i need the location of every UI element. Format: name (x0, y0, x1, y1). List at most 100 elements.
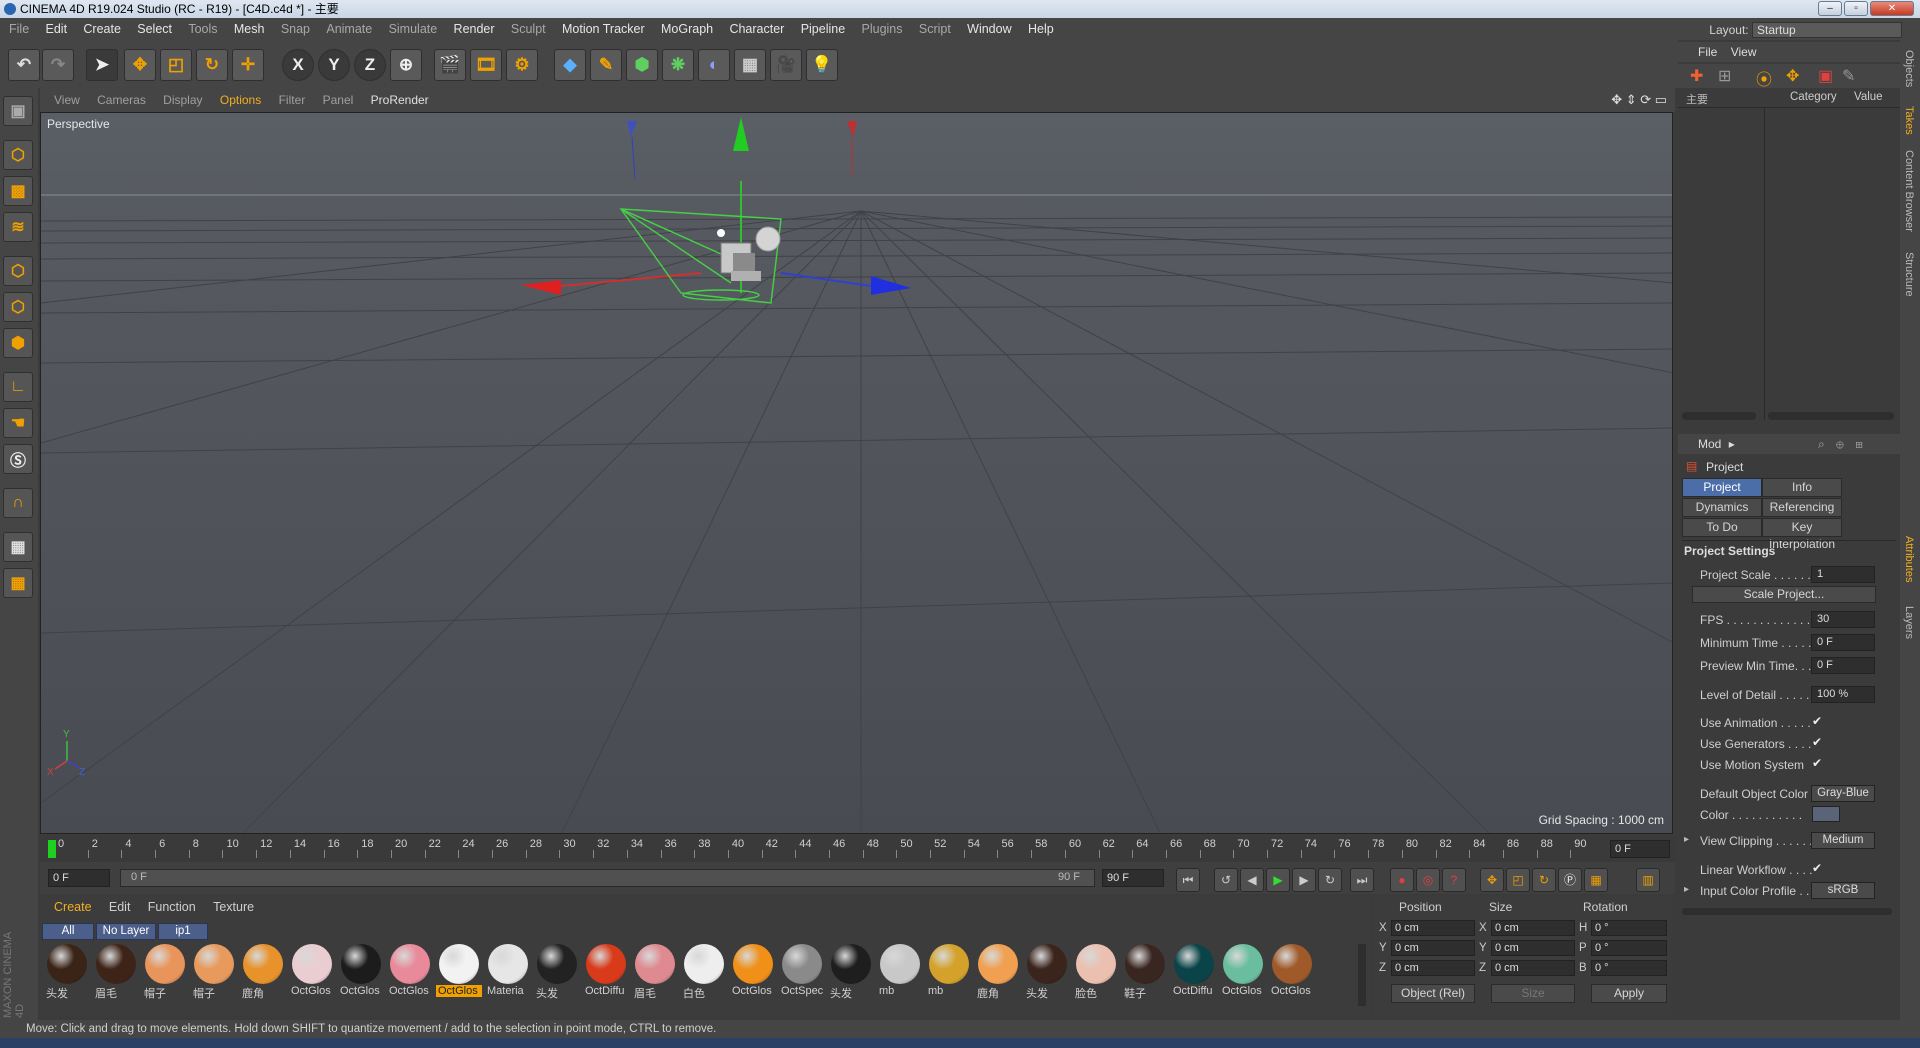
material-scrollbar[interactable] (1358, 944, 1366, 1006)
material-swatch[interactable]: 鹿角 (240, 944, 286, 1002)
menu-render[interactable]: Render (454, 22, 495, 36)
side-tab-attributes[interactable]: Attributes (1903, 536, 1915, 582)
coord-pos-z[interactable]: 0 cm (1391, 960, 1475, 976)
play-icon[interactable]: ▶ (1266, 868, 1290, 892)
edit-render-settings-icon[interactable]: ⚙ (506, 49, 538, 81)
coord-apply-button[interactable]: Apply (1591, 984, 1667, 1003)
attributes-mode-menu[interactable]: Mod (1698, 437, 1721, 451)
preview-range-slider[interactable]: 0 F 90 F (120, 869, 1095, 887)
workplane-lock-icon[interactable]: ▦ (3, 532, 33, 562)
menu-simulate[interactable]: Simulate (389, 22, 438, 36)
menu-character[interactable]: Character (729, 22, 784, 36)
maximize-button[interactable]: ▫ (1844, 1, 1868, 16)
material-menu-edit[interactable]: Edit (109, 900, 131, 914)
texture-mode-icon[interactable]: ▩ (3, 176, 33, 206)
camera-icon[interactable]: 🎥 (770, 49, 802, 81)
snap-icon[interactable]: ∩ (3, 488, 33, 518)
menu-script[interactable]: Script (919, 22, 951, 36)
layer-tab-ip1[interactable]: ip1 (158, 923, 208, 940)
viewport-menu-filter[interactable]: Filter (279, 93, 306, 107)
material-swatch[interactable]: OctDiffu (583, 944, 629, 1002)
deformer-icon[interactable]: ◐ (698, 49, 730, 81)
menu-snap[interactable]: Snap (281, 22, 310, 36)
end-frame-field[interactable]: 90 F (1102, 869, 1164, 887)
color-swatch[interactable] (1812, 806, 1840, 822)
side-tab-takes[interactable]: Takes (1903, 106, 1915, 135)
viewport-menu-options[interactable]: Options (220, 93, 261, 107)
material-swatch[interactable]: 眉毛 (632, 944, 678, 1002)
coord-size-mode-dropdown[interactable]: Size (1491, 984, 1575, 1003)
material-menu-function[interactable]: Function (148, 900, 196, 914)
material-swatch[interactable]: Materia (485, 944, 531, 1002)
menu-animate[interactable]: Animate (326, 22, 372, 36)
live-select-icon[interactable]: ✛ (232, 49, 264, 81)
material-swatch[interactable]: OctGlos (730, 944, 776, 1002)
current-frame-marker[interactable] (48, 840, 56, 858)
take-render-icon[interactable]: ▣ (1818, 66, 1833, 86)
timeline-ruler[interactable]: 0 2 4 6 8 10 12 14 16 18 20 22 24 26 28 30 32 34 36 38 40 42 4… (40, 836, 1675, 862)
light-icon[interactable]: 💡 (806, 49, 838, 81)
expand-arrow-icon[interactable]: ▸ (1684, 884, 1689, 895)
new-take-icon[interactable]: ✚ (1690, 66, 1703, 86)
menu-sculpt[interactable]: Sculpt (511, 22, 546, 36)
previous-frame-icon[interactable]: ◀ (1240, 868, 1264, 892)
cloner-icon[interactable]: ❋ (662, 49, 694, 81)
material-swatch[interactable]: OctGlos (387, 944, 433, 1002)
y-axis-lock[interactable]: Y (318, 49, 350, 81)
layer-tab-no-layer[interactable]: No Layer (96, 923, 156, 940)
material-swatch[interactable]: 头发 (828, 944, 874, 1002)
polygons-mode-icon[interactable]: ⬢ (3, 328, 33, 358)
redo-icon[interactable]: ↷ (42, 49, 74, 81)
coord-rot-p[interactable]: 0 ° (1591, 940, 1667, 956)
preview-min-time-field[interactable]: 0 F (1811, 657, 1875, 674)
material-swatch[interactable]: 头发 (44, 944, 90, 1002)
material-swatch[interactable]: 白色 (681, 944, 727, 1002)
project-scale-field[interactable]: 1 (1811, 566, 1875, 583)
coord-rot-h[interactable]: 0 ° (1591, 920, 1667, 936)
x-axis-lock[interactable]: X (282, 49, 314, 81)
menu-edit[interactable]: Edit (46, 22, 68, 36)
menu-plugins[interactable]: Plugins (862, 22, 903, 36)
record-scale-icon[interactable]: ◰ (1506, 868, 1530, 892)
tab-info[interactable]: Info (1762, 478, 1842, 497)
make-editable-icon[interactable]: ▣ (3, 96, 33, 126)
takes-menu-file[interactable]: File (1698, 45, 1717, 59)
current-frame-field[interactable]: 0 F (1610, 840, 1670, 858)
coord-rot-b[interactable]: 0 ° (1591, 960, 1667, 976)
subdivision-icon[interactable]: ⬢ (626, 49, 658, 81)
viewport-menu-panel[interactable]: Panel (323, 93, 354, 107)
material-swatch[interactable]: mb (877, 944, 923, 1002)
material-swatch[interactable]: OctGlos (289, 944, 335, 1002)
tab-key-interpolation[interactable]: Key Interpolation (1762, 518, 1842, 551)
coord-pos-y[interactable]: 0 cm (1391, 940, 1475, 956)
cube-icon[interactable]: ◆ (554, 49, 586, 81)
perspective-viewport[interactable]: Y X Z Perspective Grid Spacing : 1000 cm (40, 112, 1673, 834)
tab-project-settings[interactable]: Project Settings (1682, 478, 1762, 511)
record-active-objects-icon[interactable]: ● (1390, 868, 1414, 892)
move-icon[interactable]: ✥ (124, 49, 156, 81)
scale-icon[interactable]: ◰ (160, 49, 192, 81)
take-auto-icon[interactable]: ⦿ (1756, 66, 1772, 90)
take-override-icon[interactable]: ⊞ (1718, 66, 1731, 86)
material-swatch[interactable]: OctDiffu (1171, 944, 1217, 1002)
linear-workflow-checkbox[interactable]: ✔ (1812, 861, 1822, 875)
menu-tools[interactable]: Tools (188, 22, 217, 36)
tab-dynamics[interactable]: Dynamics (1682, 498, 1762, 517)
record-parameter-icon[interactable]: Ⓟ (1558, 868, 1582, 892)
menu-help[interactable]: Help (1028, 22, 1054, 36)
viewport-menu-display[interactable]: Display (163, 93, 202, 107)
menu-file[interactable]: File (9, 22, 29, 36)
record-position-icon[interactable]: ✥ (1480, 868, 1504, 892)
go-to-start-icon[interactable]: ⏮ (1176, 868, 1200, 892)
takes-menu-view[interactable]: View (1731, 45, 1757, 59)
expand-arrow-icon[interactable]: ▸ (1684, 834, 1689, 845)
points-mode-icon[interactable]: ⬡ (3, 256, 33, 286)
material-swatch[interactable]: 帽子 (191, 944, 237, 1002)
menu-mograph[interactable]: MoGraph (661, 22, 713, 36)
input-color-profile-dropdown[interactable]: sRGB (1811, 882, 1875, 899)
side-tab-objects[interactable]: Objects (1903, 50, 1915, 87)
material-swatch[interactable]: 头发 (1024, 944, 1070, 1002)
coord-pos-x[interactable]: 0 cm (1391, 920, 1475, 936)
select-icon[interactable]: ➤ (86, 49, 118, 81)
take-main-label[interactable]: 主要 (1686, 91, 1708, 107)
